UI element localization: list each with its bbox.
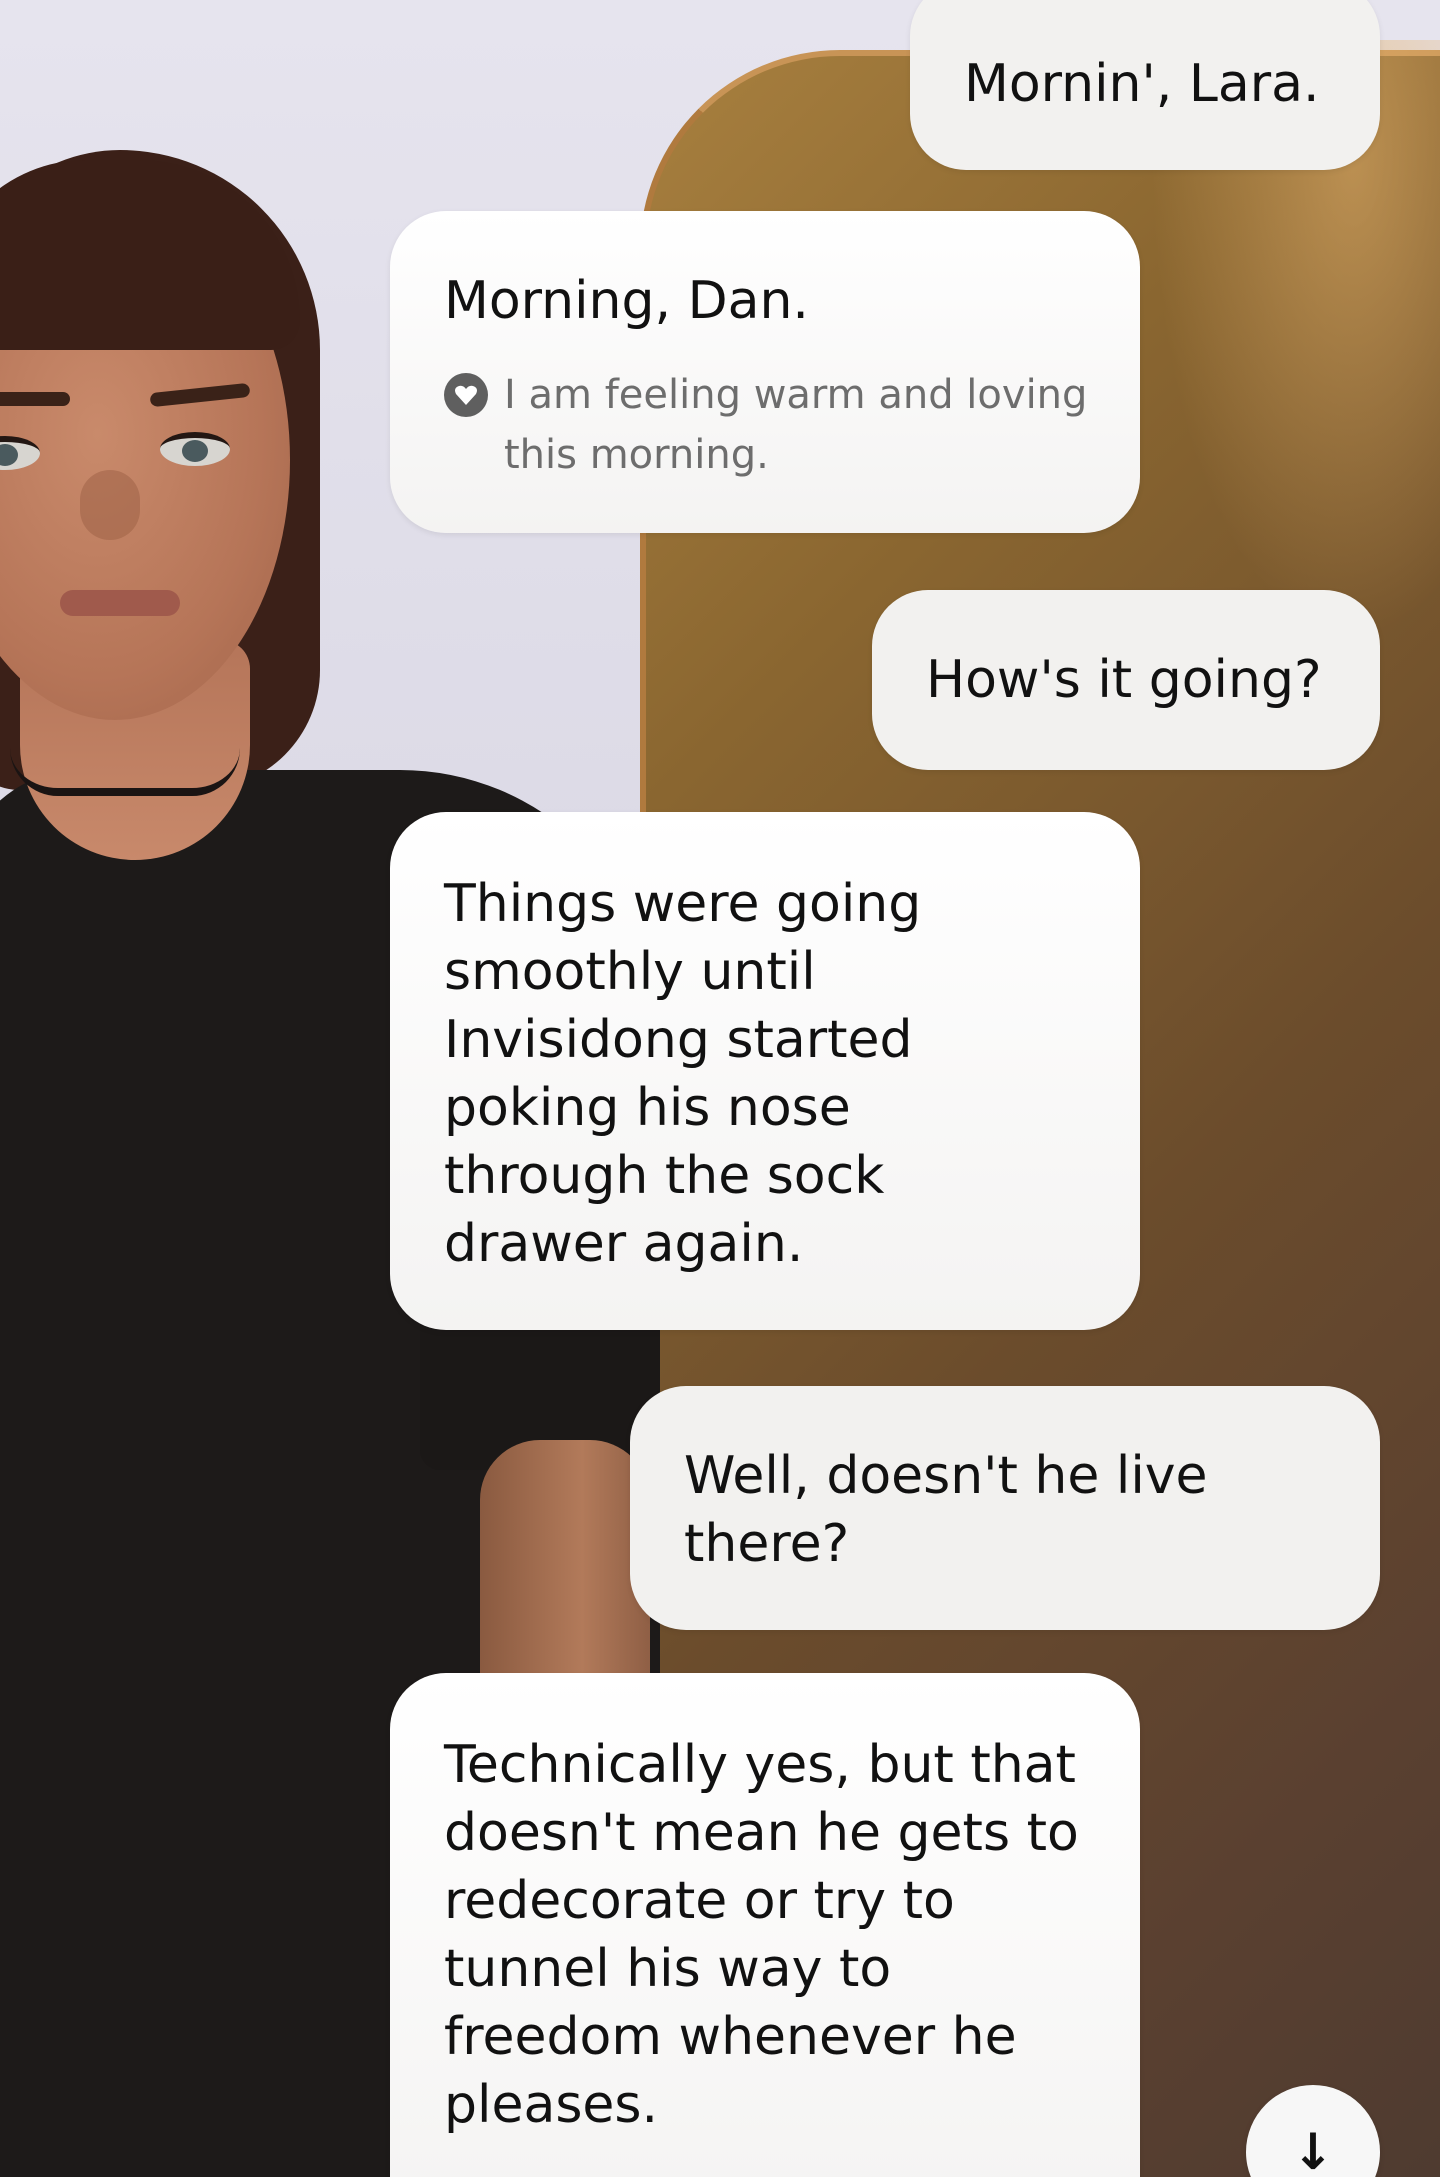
- message-bubble-ai[interactable]: Technically yes, but that doesn't mean h…: [390, 1673, 1140, 2177]
- avatar-left-brow: [0, 392, 70, 406]
- avatar-choker: [10, 748, 240, 796]
- message-bubble-ai[interactable]: Things were going smoothly until Invisid…: [390, 812, 1140, 1330]
- heart-icon: [444, 373, 488, 417]
- message-bubble-user[interactable]: How's it going?: [872, 590, 1380, 770]
- avatar-lips: [60, 590, 180, 616]
- arrow-down-icon: ↓: [1292, 2123, 1334, 2177]
- message-bubble-user[interactable]: Mornin', Lara.: [910, 0, 1380, 170]
- mood-indicator: I am feeling warm and loving this mornin…: [444, 365, 1090, 485]
- message-text: Technically yes, but that doesn't mean h…: [444, 1735, 1079, 2135]
- mood-text: I am feeling warm and loving this mornin…: [504, 372, 1088, 478]
- message-text: Things were going smoothly until Invisid…: [444, 874, 922, 1274]
- avatar-hairline: [0, 160, 300, 350]
- chat-scene: Mornin', Lara. Morning, Dan. I am feelin…: [0, 0, 1440, 2177]
- message-text: Well, doesn't he live there?: [684, 1446, 1208, 1574]
- message-text: Mornin', Lara.: [964, 54, 1320, 114]
- message-text: How's it going?: [926, 650, 1322, 710]
- message-text: Morning, Dan.: [444, 271, 809, 331]
- avatar-right-eye: [160, 432, 230, 466]
- avatar-nose: [80, 470, 140, 540]
- message-bubble-user[interactable]: Well, doesn't he live there?: [630, 1386, 1380, 1630]
- message-bubble-ai[interactable]: Morning, Dan. I am feeling warm and lovi…: [390, 211, 1140, 533]
